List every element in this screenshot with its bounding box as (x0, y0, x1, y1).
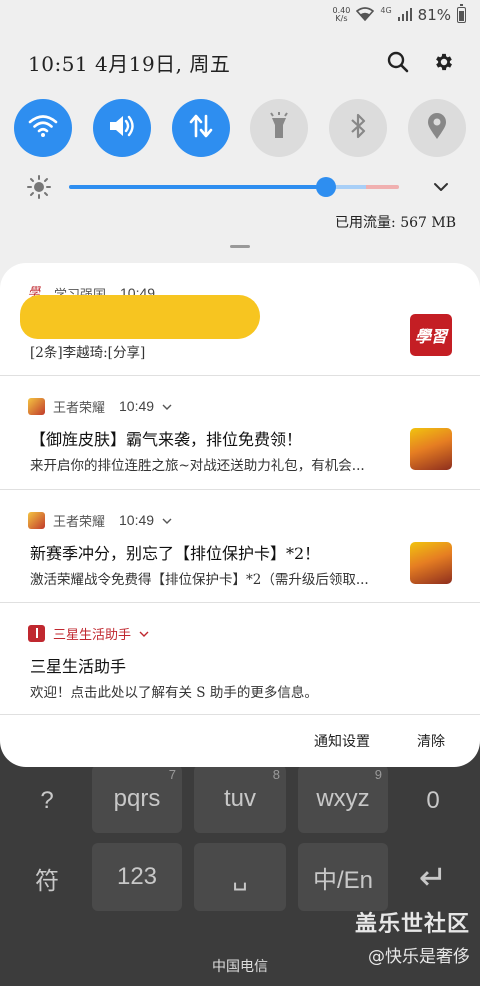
quick-panel: 0.40 K/s 4G 81% 10:51 4月19日, 周五 已用流量: 56… (0, 0, 480, 290)
header-row: 10:51 4月19日, 周五 (28, 46, 458, 78)
location-toggle[interactable] (407, 99, 466, 157)
notification-settings-button[interactable]: 通知设置 (314, 731, 370, 751)
panel-drag-handle[interactable] (230, 245, 250, 248)
game-app-icon (410, 428, 452, 470)
notification-header: 三星生活助手 (28, 623, 149, 643)
notification-time: 10:49 (119, 398, 155, 414)
notification-header: 王者荣耀 10:49 (28, 396, 172, 416)
speaker-icon (107, 113, 137, 143)
flashlight-toggle[interactable] (250, 99, 309, 157)
notification-body: [2条]李越琦:[分享] (30, 345, 146, 361)
key-zero[interactable]: 0 (398, 772, 468, 830)
clear-button[interactable]: 清除 (417, 731, 445, 751)
key-wxyz[interactable]: wxyz 9 (298, 765, 388, 833)
xuexi-app-icon: 學習 (410, 314, 452, 356)
brightness-slider-fill (69, 185, 326, 189)
bluetooth-icon (349, 112, 367, 144)
game-app-icon (410, 542, 452, 584)
key-label: tuv (223, 785, 256, 812)
watermark-title: 盖乐世社区 (354, 912, 470, 937)
brightness-slider-high-range (366, 185, 399, 189)
notification-item[interactable]: 三星生活助手 三星生活助手 欢迎！点击此处以了解有关 S 助手的更多信息。 (0, 603, 480, 715)
network-speed: 0.40 K/s (333, 7, 351, 23)
notification-app-name: 三星生活助手 (53, 627, 132, 643)
key-number: 8 (272, 767, 280, 782)
key-label: 中/En (312, 866, 374, 894)
chevron-down-icon[interactable] (162, 401, 172, 411)
key-number: 7 (168, 767, 176, 782)
notification-app-name: 王者荣耀 (53, 400, 106, 416)
game-app-small-icon (28, 511, 45, 529)
chevron-down-icon[interactable] (162, 515, 172, 525)
key-numbers[interactable]: 123 (92, 843, 182, 911)
sound-toggle[interactable] (92, 99, 151, 157)
battery-percentage: 81% (417, 6, 451, 24)
notification-actions: 通知设置 清除 (0, 725, 480, 755)
status-bar: 0.40 K/s 4G 81% (333, 4, 466, 26)
notification-body: 来开启你的排位连胜之旅~对战还送助力礼包，有机会... (30, 458, 365, 474)
chevron-down-icon[interactable] (139, 628, 149, 638)
notification-time: 10:49 (119, 512, 155, 528)
brightness-slider-thumb[interactable] (316, 177, 336, 197)
notification-item[interactable]: 王者荣耀 10:49 【御旌皮肤】霸气来袭，排位免费领！ 来开启你的排位连胜之旅… (0, 376, 480, 490)
chevron-down-icon[interactable] (432, 178, 450, 196)
quick-toggles (14, 99, 466, 157)
key-label: 0 (426, 787, 440, 814)
data-usage-label: 已用流量: 567 MB (335, 215, 456, 231)
key-question[interactable]: ? (12, 772, 82, 830)
key-pqrs[interactable]: pqrs 7 (92, 765, 182, 833)
battery-icon (457, 4, 466, 23)
brightness-sun-icon (26, 174, 52, 200)
gear-icon[interactable] (430, 48, 458, 76)
carrier-label: 中国电信 (212, 959, 268, 975)
key-symbols[interactable]: 符 (12, 846, 82, 910)
key-tuv[interactable]: tuv 8 (194, 765, 286, 833)
network-type-label: 4G (380, 6, 392, 15)
notification-item[interactable]: 王者荣耀 10:49 新赛季冲分，别忘了【排位保护卡】*2！ 激活荣耀战令免费得… (0, 490, 480, 603)
mobile-data-toggle[interactable] (171, 99, 230, 157)
notification-title: 新赛季冲分，别忘了【排位保护卡】*2！ (30, 544, 321, 563)
samsung-assistant-small-icon (28, 624, 45, 642)
data-arrows-icon (188, 113, 214, 143)
notification-body: 欢迎！点击此处以了解有关 S 助手的更多信息。 (30, 685, 318, 701)
notification-body: 激活荣耀战令免费得【排位保护卡】*2（需升级后领取... (30, 572, 369, 588)
signal-icon (397, 6, 412, 25)
flashlight-icon (268, 112, 290, 144)
game-app-small-icon (28, 397, 45, 415)
notification-title: 三星生活助手 (30, 657, 127, 676)
key-label: 123 (116, 863, 158, 890)
key-label: ␣ (232, 863, 248, 891)
key-enter[interactable]: ↵ (398, 846, 468, 910)
notification-title: 【御旌皮肤】霸气来袭，排位免费领！ (30, 430, 303, 449)
wifi-status-icon (356, 6, 375, 25)
key-space[interactable]: ␣ (194, 843, 286, 911)
time-date-label: 10:51 4月19日, 周五 (28, 51, 231, 76)
key-label: ? (40, 787, 54, 814)
notification-item[interactable]: 學 学习强国 10:49 [2条]李越琦:[分享] 學習 (0, 263, 480, 376)
search-icon[interactable] (384, 48, 412, 76)
notification-app-name: 王者荣耀 (53, 514, 106, 530)
bluetooth-toggle[interactable] (329, 99, 388, 157)
redaction-mark (20, 295, 260, 339)
notification-header: 王者荣耀 10:49 (28, 510, 172, 530)
key-label: ↵ (418, 859, 448, 897)
brightness-row (26, 172, 456, 202)
key-number: 9 (374, 767, 382, 782)
brightness-slider[interactable] (69, 177, 399, 197)
notification-card: 學 学习强国 10:49 [2条]李越琦:[分享] 學習 王者荣耀 10:49 … (0, 263, 480, 767)
key-language[interactable]: 中/En (298, 843, 388, 911)
key-label: pqrs (113, 785, 161, 812)
location-pin-icon (426, 112, 448, 144)
wifi-toggle[interactable] (14, 99, 72, 157)
network-speed-unit: K/s (335, 14, 348, 23)
key-label: 符 (35, 867, 59, 895)
key-label: wxyz (316, 785, 370, 812)
wifi-icon (28, 114, 58, 142)
